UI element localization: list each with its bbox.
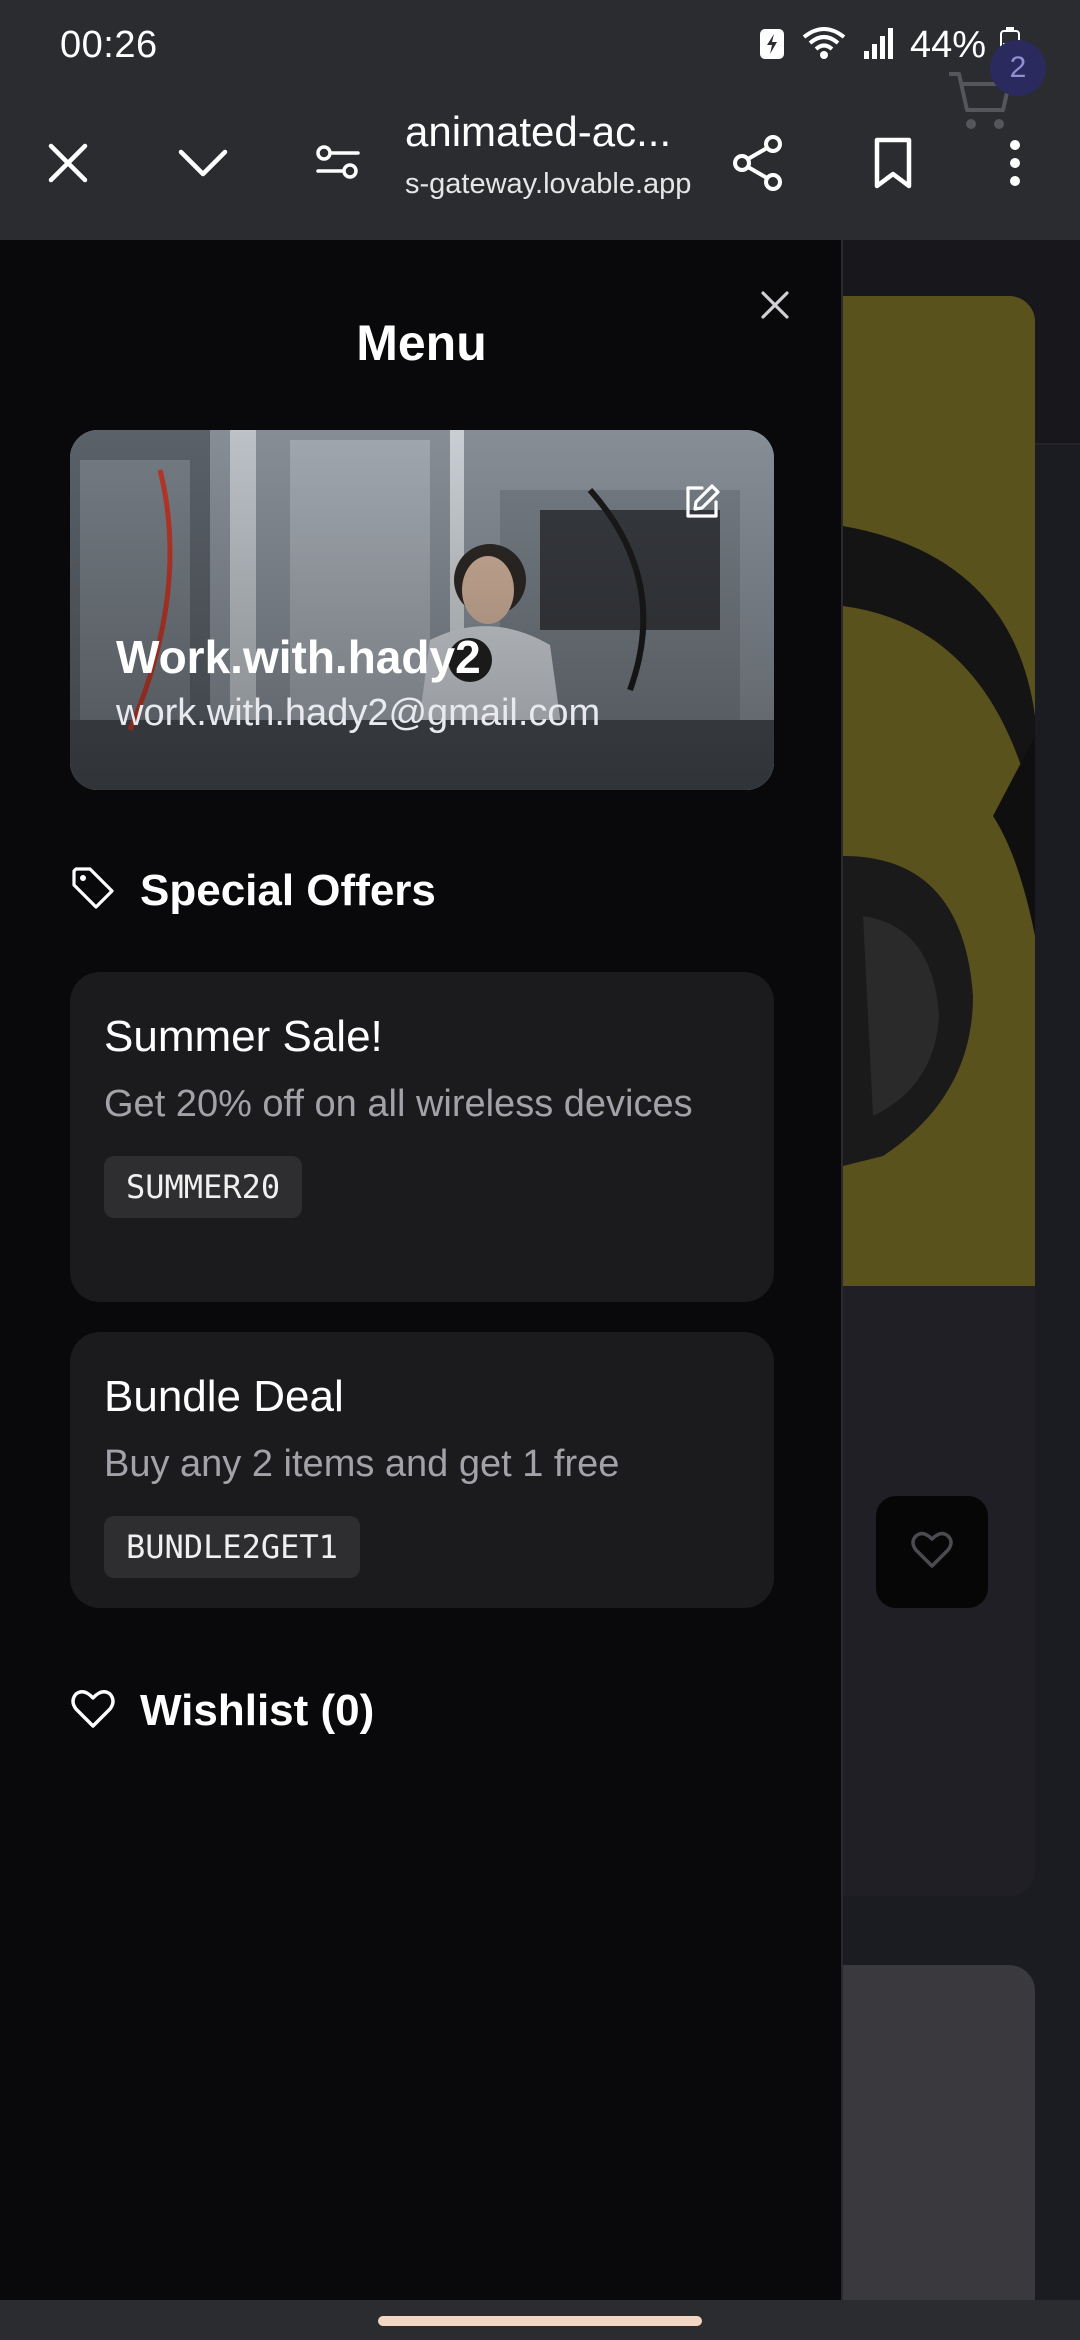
profile-email: work.with.hady2@gmail.com (116, 692, 601, 734)
home-gesture-handle[interactable] (378, 2316, 702, 2326)
product-image (843, 296, 1035, 1286)
offer-title: Bundle Deal (104, 1372, 344, 1421)
close-tab-button[interactable] (23, 120, 113, 210)
profile-name: Work.with.hady2 (116, 631, 481, 683)
offer-card[interactable]: Summer Sale! Get 20% off on all wireless… (70, 972, 774, 1302)
page-title: animated-ac... (405, 108, 672, 155)
share-icon (731, 134, 785, 197)
chevron-down-icon (177, 147, 229, 184)
cart-count-badge: 2 (990, 40, 1046, 96)
sliders-icon (314, 143, 362, 188)
bookmark-button[interactable] (848, 120, 938, 210)
special-offers-label: Special Offers (140, 865, 436, 915)
signal-icon (862, 25, 896, 66)
close-icon (46, 141, 90, 190)
browser-toolbar: animated-ac... s-gateway.lovable.app (0, 90, 1080, 240)
edit-icon[interactable] (682, 482, 722, 527)
product-card[interactable] (843, 1965, 1035, 2340)
offer-code[interactable]: SUMMER20 (104, 1156, 303, 1218)
profile-overlay (70, 430, 774, 790)
offer-card[interactable]: Bundle Deal Buy any 2 items and get 1 fr… (70, 1332, 774, 1608)
screen: 00:26 44% animated-ac... s-gateway.lovab… (0, 0, 1080, 2340)
battery-saver-icon (758, 25, 786, 66)
special-offers-heading: Special Offers (70, 865, 436, 916)
heart-icon (70, 1688, 116, 1735)
profile-card[interactable]: Work.with.hady2 work.with.hady2@gmail.co… (70, 430, 774, 790)
drawer-title: Menu (356, 315, 487, 371)
url-host: s-gateway.lovable.app (405, 168, 692, 200)
status-icons: 44% (758, 24, 1020, 67)
wifi-icon (800, 25, 848, 66)
offer-description: Get 20% off on all wireless devices (104, 1083, 693, 1125)
navigation-bar (0, 2300, 1080, 2340)
minimize-button[interactable] (158, 120, 248, 210)
wishlist-link[interactable]: Wishlist (0) (70, 1686, 374, 1736)
offer-title: Summer Sale! (104, 1012, 383, 1061)
share-button[interactable] (713, 120, 803, 210)
offer-description: Buy any 2 items and get 1 free (104, 1443, 620, 1485)
more-vertical-icon (1008, 138, 1022, 193)
wishlist-label: Wishlist (0) (140, 1686, 375, 1735)
battery-percent: 44% (909, 23, 986, 66)
bookmark-icon (873, 136, 913, 195)
url-bar[interactable]: animated-ac... s-gateway.lovable.app (405, 108, 705, 201)
tag-icon (70, 865, 116, 916)
product-wishlist-button[interactable] (876, 1496, 988, 1608)
status-time: 00:26 (60, 23, 158, 66)
offer-code[interactable]: BUNDLE2GET1 (104, 1516, 360, 1578)
heart-icon (910, 1530, 954, 1575)
page-settings-button[interactable] (293, 120, 383, 210)
menu-drawer: Menu Work.with.hady2 work.with.hady2@gma… (0, 240, 843, 2300)
status-bar: 00:26 44% (0, 0, 1080, 90)
